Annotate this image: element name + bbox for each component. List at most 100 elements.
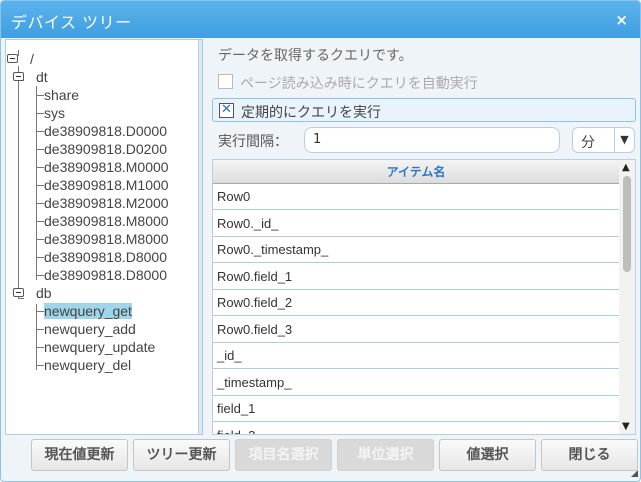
tree-node-label: newquery_add <box>44 321 136 337</box>
tree-line <box>36 329 44 330</box>
chevron-down-icon[interactable]: ▼ <box>614 128 634 152</box>
grid-row[interactable]: Row0.field_1 <box>213 264 619 290</box>
tree-node-label: de38909818.D0200 <box>44 141 168 157</box>
device-tree-dialog: デバイス ツリー × / dt share sys de38909818.D0000 de… <box>0 0 641 482</box>
tree-node-db[interactable]: db <box>36 284 52 302</box>
collapse-toggle-icon[interactable] <box>13 72 24 81</box>
tree-line <box>36 86 37 280</box>
tree-node-db-child[interactable]: newquery_del <box>44 356 131 374</box>
tree-node-label: de38909818.D8000 <box>44 249 168 265</box>
close-icon[interactable]: × <box>615 11 628 29</box>
grid-row[interactable]: _id_ <box>213 343 619 369</box>
interval-input[interactable]: 1 <box>304 127 560 153</box>
tree-line <box>36 221 44 222</box>
interval-label: 実行間隔： <box>218 134 288 150</box>
auto-run-option[interactable]: ページ読み込み時にクエリを自動実行 <box>212 70 636 94</box>
tree-line <box>36 167 44 168</box>
tree-node-label: / <box>30 51 34 67</box>
grid-row[interactable]: Row0._timestamp_ <box>213 237 619 263</box>
tree-line <box>18 66 19 298</box>
tree-line <box>36 95 44 96</box>
grid-row[interactable]: _timestamp_ <box>213 370 619 396</box>
grid-column-header[interactable]: アイテム名 <box>213 160 619 184</box>
periodic-run-label: 定期的にクエリを実行 <box>241 105 381 121</box>
tree-line <box>36 203 44 204</box>
periodic-run-option[interactable]: 定期的にクエリを実行 <box>212 98 636 122</box>
tree-node-label: newquery_update <box>44 339 156 355</box>
item-name-grid[interactable]: アイテム名 Row0 Row0._id_ Row0._timestamp_ Row0.… <box>212 159 636 435</box>
grid-row[interactable]: Row0._id_ <box>213 211 619 237</box>
tree-node-label: newquery_del <box>44 357 132 373</box>
tree-node-db-child[interactable]: newquery_get <box>44 302 132 320</box>
grid-row[interactable]: field_2 <box>213 423 619 435</box>
tree-node-dt-child[interactable]: de38909818.M0000 <box>44 158 169 176</box>
periodic-run-checkbox[interactable] <box>219 102 234 118</box>
tree-node-dt[interactable]: dt <box>36 68 48 86</box>
tree-line <box>36 347 44 348</box>
tree-line <box>18 50 19 56</box>
interval-unit-select[interactable]: 分 ▼ <box>572 127 635 153</box>
tree-node-dt-child[interactable]: sys <box>44 104 65 122</box>
button-bar: 現在値更新 ツリー更新 項目名選択 単位選択 値選択 閉じる <box>1 435 640 481</box>
tree-node-dt-child[interactable]: de38909818.D0200 <box>44 140 167 158</box>
tree-node-label: de38909818.D0000 <box>44 123 168 139</box>
tree-node-db-child[interactable]: newquery_add <box>44 320 136 338</box>
tree-line <box>36 149 44 150</box>
scroll-thumb[interactable] <box>623 176 631 272</box>
grid-scrollbar[interactable]: ▲ ▼ <box>619 160 635 434</box>
auto-run-checkbox[interactable] <box>218 74 233 89</box>
device-tree[interactable]: / dt share sys de38909818.D0000 de38909818.D0… <box>5 39 203 435</box>
title-bar[interactable]: デバイス ツリー × <box>1 1 640 38</box>
grid-row[interactable]: Row0.field_2 <box>213 290 619 316</box>
unit-value: 分 <box>581 135 595 151</box>
tree-node-label: de38909818.D8000 <box>44 267 168 283</box>
tree-node-label: de38909818.M2000 <box>44 195 169 211</box>
refresh-tree-button[interactable]: ツリー更新 <box>133 439 230 471</box>
tree-node-label: share <box>44 87 80 103</box>
tree-line <box>36 275 44 276</box>
auto-run-label: ページ読み込み時にクエリを自動実行 <box>240 76 478 92</box>
select-item-name-button[interactable]: 項目名選択 <box>235 439 332 471</box>
refresh-value-button[interactable]: 現在値更新 <box>31 439 128 471</box>
tree-node-dt-child[interactable]: de38909818.M8000 <box>44 212 169 230</box>
tree-node-dt-child[interactable]: de38909818.D0000 <box>44 122 167 140</box>
collapse-toggle-icon[interactable] <box>13 288 24 297</box>
tree-line <box>36 311 44 312</box>
tree-node-dt-child[interactable]: de38909818.M2000 <box>44 194 169 212</box>
pane-splitter[interactable] <box>198 40 202 434</box>
query-description: データを取得するクエリです。 <box>218 48 413 64</box>
tree-node-label: db <box>36 285 52 301</box>
collapse-toggle-icon[interactable] <box>7 54 18 63</box>
scroll-down-icon[interactable]: ▼ <box>622 421 630 432</box>
tree-line <box>36 239 44 240</box>
tree-node-dt-child[interactable]: de38909818.M8000 <box>44 230 169 248</box>
dialog-title: デバイス ツリー <box>11 13 132 32</box>
grid-row[interactable]: Row0.field_3 <box>213 317 619 343</box>
tree-node-label: newquery_get <box>44 303 132 319</box>
select-value-button[interactable]: 値選択 <box>439 439 536 471</box>
select-unit-button[interactable]: 単位選択 <box>337 439 434 471</box>
grid-row[interactable]: Row0 <box>213 184 619 210</box>
tree-line <box>36 365 44 366</box>
tree-node-dt-child[interactable]: share <box>44 86 79 104</box>
tree-node-label: de38909818.M8000 <box>44 231 169 247</box>
tree-node-dt-child[interactable]: de38909818.M1000 <box>44 176 169 194</box>
tree-node-label: de38909818.M0000 <box>44 159 169 175</box>
grid-row[interactable]: field_1 <box>213 396 619 422</box>
tree-node-label: sys <box>44 105 65 121</box>
tree-node-root[interactable]: / <box>30 50 34 68</box>
tree-line <box>36 185 44 186</box>
scroll-up-icon[interactable]: ▲ <box>622 162 630 173</box>
tree-node-label: de38909818.M1000 <box>44 177 169 193</box>
query-settings-pane: データを取得するクエリです。 ページ読み込み時にクエリを自動実行 定期的にクエリ… <box>208 39 638 435</box>
close-button[interactable]: 閉じる <box>541 439 638 471</box>
tree-node-label: dt <box>36 69 48 85</box>
tree-line <box>36 131 44 132</box>
resize-grip-icon[interactable] <box>631 470 638 477</box>
tree-node-label: de38909818.M8000 <box>44 213 169 229</box>
tree-node-dt-child[interactable]: de38909818.D8000 <box>44 248 167 266</box>
tree-node-dt-child[interactable]: de38909818.D8000 <box>44 266 167 284</box>
tree-line <box>36 304 37 370</box>
tree-line <box>36 257 44 258</box>
tree-node-db-child[interactable]: newquery_update <box>44 338 155 356</box>
